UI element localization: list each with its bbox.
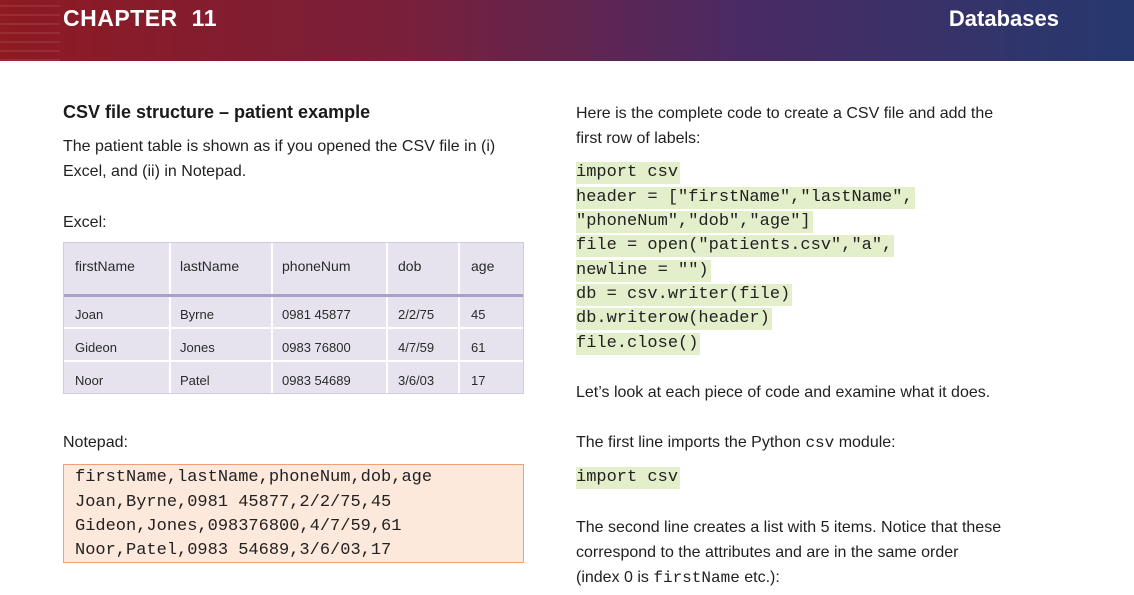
- excel-label: Excel:: [63, 214, 107, 231]
- code-line: file.close(): [576, 333, 701, 355]
- paragraph-line: correspond to the attributes and are in …: [576, 544, 959, 561]
- header-divider: [64, 294, 523, 297]
- notepad-box: firstName,lastName,phoneNum,dob,age Joan…: [63, 464, 524, 563]
- table-cell: Noor: [75, 373, 104, 388]
- chapter-number: 11: [191, 5, 217, 31]
- table-cell: Byrne: [180, 307, 214, 322]
- section-heading: CSV file structure – patient example: [63, 102, 371, 122]
- table-cell: 45: [471, 307, 486, 322]
- chapter-title: CHAPTER 11: [63, 5, 217, 32]
- column-divider: [458, 243, 460, 393]
- code-line: db = csv.writer(file): [576, 284, 793, 306]
- excel-table: firstName lastName phoneNum dob age Joan…: [63, 242, 524, 394]
- banner-decoration: [0, 0, 60, 61]
- text-fragment: module:: [834, 434, 896, 451]
- table-header-cell: dob: [398, 258, 422, 274]
- table-header-cell: phoneNum: [282, 258, 351, 274]
- table-cell: Patel: [180, 373, 210, 388]
- code-line: import csv: [576, 162, 681, 184]
- code-line: header = ["firstName","lastName",: [576, 187, 915, 209]
- row-divider: [64, 327, 523, 329]
- second-line-paragraph: The second line creates a list with 5 it…: [576, 515, 1001, 591]
- section-title: Databases: [948, 6, 1059, 31]
- table-cell: 4/7/59: [398, 340, 435, 355]
- table-cell: Joan: [75, 307, 104, 322]
- intro-line: The patient table is shown as if you ope…: [63, 138, 496, 155]
- notepad-line: Noor,Patel,0983 54689,3/6/03,17: [75, 541, 392, 560]
- intro-paragraph: The patient table is shown as if you ope…: [63, 134, 495, 184]
- chapter-banner: CHAPTER 11 Databases: [0, 0, 1134, 61]
- table-cell: 3/6/03: [398, 373, 435, 388]
- table-cell: Gideon: [75, 340, 117, 355]
- code-line: newline = ""): [576, 260, 711, 282]
- column-divider: [386, 243, 388, 393]
- inline-code: csv: [805, 434, 835, 452]
- first-line-text: The first line imports the Python csv mo…: [576, 430, 896, 456]
- table-header-cell: age: [471, 258, 495, 274]
- code-line: db.writerow(header): [576, 308, 772, 330]
- table-cell: 17: [471, 373, 486, 388]
- text-fragment: The first line imports the Python: [576, 434, 806, 451]
- table-cell: 2/2/75: [398, 307, 435, 322]
- chapter-label: CHAPTER: [63, 5, 178, 31]
- code-line: "phoneNum","dob","age"]: [576, 211, 813, 233]
- table-header-cell: firstName: [75, 258, 135, 274]
- explanation-text: Let’s look at each piece of code and exa…: [576, 384, 991, 401]
- intro-line: Excel, and (ii) in Notepad.: [63, 163, 247, 180]
- table-cell: Jones: [180, 340, 215, 355]
- text-fragment: etc.):: [739, 569, 780, 586]
- paragraph-line: (index 0 is firstName etc.):: [576, 565, 1001, 591]
- code-intro-line: Here is the complete code to create a CS…: [576, 105, 994, 122]
- inline-code: firstName: [653, 569, 740, 587]
- column-divider: [271, 243, 273, 393]
- table-header-cell: lastName: [180, 258, 240, 274]
- text-fragment: (index 0 is: [576, 569, 654, 586]
- import-code-line: import csv: [576, 467, 681, 489]
- code-intro-line: first row of labels:: [576, 130, 701, 147]
- table-cell: 0981 45877: [282, 307, 351, 322]
- notepad-label: Notepad:: [63, 434, 128, 451]
- column-divider: [169, 243, 171, 393]
- table-cell: 0983 76800: [282, 340, 351, 355]
- table-cell: 61: [471, 340, 486, 355]
- notepad-line: firstName,lastName,phoneNum,dob,age: [75, 468, 433, 487]
- code-line: file = open("patients.csv","a",: [576, 235, 895, 257]
- row-divider: [64, 360, 523, 362]
- paragraph-line: The second line creates a list with 5 it…: [576, 519, 1002, 536]
- code-intro-paragraph: Here is the complete code to create a CS…: [576, 101, 993, 151]
- notepad-line: Joan,Byrne,0981 45877,2/2/75,45: [75, 493, 392, 512]
- table-cell: 0983 54689: [282, 373, 351, 388]
- notepad-line: Gideon,Jones,098376800,4/7/59,61: [75, 517, 402, 536]
